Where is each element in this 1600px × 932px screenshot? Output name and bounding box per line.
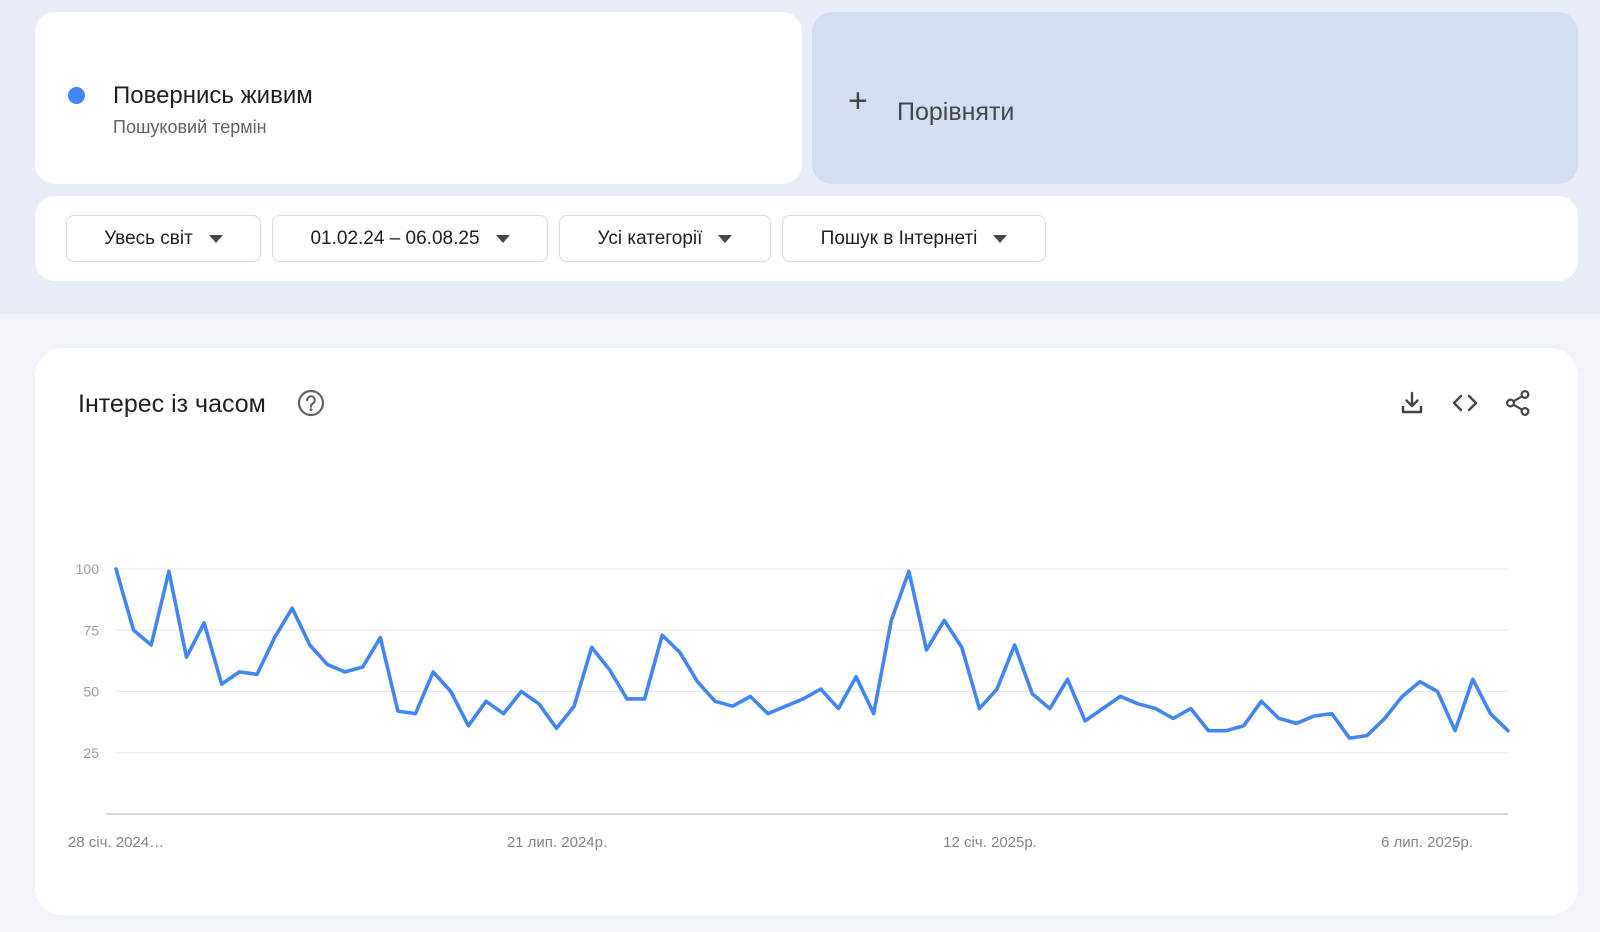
- interest-over-time-card: Інтерес із часом 25 50 75 100 28 січ. 2024… 2…: [35, 348, 1578, 915]
- series-line: [114, 567, 1510, 740]
- x-tick-label: 21 лип. 2024р.: [507, 834, 607, 851]
- date-range-dropdown[interactable]: 01.02.24 – 06.08.25: [272, 215, 548, 262]
- caret-down-icon: [495, 234, 510, 243]
- series-color-dot: [68, 87, 85, 104]
- y-tick-label: 75: [83, 622, 99, 638]
- region-dropdown[interactable]: Увесь світ: [66, 215, 261, 262]
- x-tick-label: 12 січ. 2025р.: [943, 834, 1037, 851]
- x-tick-label: 28 січ. 2024…: [68, 834, 164, 851]
- search-type-dropdown-label: Пошук в Інтернеті: [820, 227, 978, 249]
- caret-down-icon: [718, 234, 733, 243]
- x-tick-label: 6 лип. 2025р.: [1381, 834, 1473, 851]
- filters-bar: Увесь світ 01.02.24 – 06.08.25 Усі катег…: [35, 196, 1578, 281]
- search-term-type: Пошуковий термін: [113, 117, 267, 137]
- y-tick-label: 100: [76, 561, 100, 577]
- y-tick-label: 25: [83, 745, 99, 761]
- compare-label: Порівняти: [897, 98, 1015, 126]
- caret-down-icon: [208, 234, 223, 243]
- caret-down-icon: [993, 234, 1008, 243]
- y-tick-label: 50: [83, 684, 99, 700]
- search-term-card[interactable]: Повернись живим Пошуковий термін: [35, 12, 802, 184]
- interest-line-chart: 25 50 75 100 28 січ. 2024… 21 лип. 2024р. 12 с…: [68, 561, 1510, 851]
- search-term-name: Повернись живим: [113, 82, 313, 109]
- category-dropdown[interactable]: Усі категорії: [559, 215, 771, 262]
- plus-icon: +: [848, 82, 868, 120]
- region-dropdown-label: Увесь світ: [104, 227, 193, 249]
- date-range-label: 01.02.24 – 06.08.25: [310, 227, 480, 249]
- category-dropdown-label: Усі категорії: [597, 227, 703, 249]
- compare-button[interactable]: + Порівняти: [812, 12, 1578, 184]
- search-type-dropdown[interactable]: Пошук в Інтернеті: [782, 215, 1046, 262]
